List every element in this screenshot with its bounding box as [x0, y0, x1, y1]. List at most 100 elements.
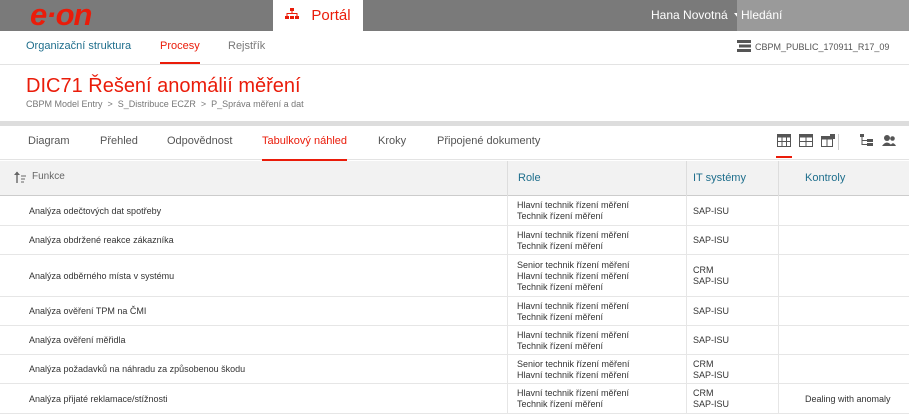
- column-divider: [778, 196, 779, 225]
- cell-it-systems: SAP-ISU: [693, 235, 729, 246]
- column-divider: [686, 384, 687, 413]
- table-row[interactable]: Analýza přijaté reklamace/stížnosti Hlavn…: [0, 384, 909, 414]
- table-row[interactable]: Analýza ověření měřidla Hlavní technik ří…: [0, 326, 909, 355]
- it-system-name[interactable]: SAP-ISU: [693, 276, 729, 287]
- table-row[interactable]: Analýza požadavků na náhradu za způsoben…: [0, 355, 909, 384]
- role-name[interactable]: Hlavní technik řízení měření: [517, 370, 630, 381]
- cell-roles: Senior technik řízení měření Hlavní techn…: [517, 359, 630, 381]
- cell-function[interactable]: Analýza odečtových dat spotřeby: [29, 206, 161, 216]
- table-export-icon[interactable]: [821, 134, 835, 148]
- top-bar: e·on Portál Hana Novotná Hledání: [0, 0, 909, 31]
- table-row[interactable]: Analýza obdržené reakce zákazníka Hlavní …: [0, 226, 909, 255]
- cell-roles: Hlavní technik řízení měření Technik říze…: [517, 301, 629, 323]
- role-name[interactable]: Hlavní technik řízení měření: [517, 200, 629, 211]
- breadcrumb-item[interactable]: P_Správa měření a dat: [211, 99, 304, 109]
- portal-tab[interactable]: Portál: [273, 0, 363, 31]
- table-row[interactable]: Analýza odečtových dat spotřeby Hlavní te…: [0, 196, 909, 226]
- role-name[interactable]: Senior technik řízení měření: [517, 359, 630, 370]
- cell-it-systems: CRM SAP-ISU: [693, 359, 729, 381]
- column-header-role[interactable]: Role: [518, 172, 541, 184]
- it-system-name[interactable]: SAP-ISU: [693, 206, 729, 217]
- subnav-register[interactable]: Rejstřík: [228, 40, 265, 52]
- subnav-organizational-structure[interactable]: Organizační struktura: [26, 40, 131, 52]
- column-divider: [686, 297, 687, 325]
- column-divider: [686, 326, 687, 354]
- tab-responsibility[interactable]: Odpovědnost: [167, 135, 232, 147]
- portal-label: Portál: [311, 7, 351, 24]
- tab-steps[interactable]: Kroky: [378, 135, 406, 147]
- cell-it-systems: SAP-ISU: [693, 335, 729, 346]
- role-name[interactable]: Technik řízení měření: [517, 341, 629, 352]
- view-tabs: Diagram Přehled Odpovědnost Tabulkový ná…: [0, 126, 909, 161]
- role-name[interactable]: Hlavní technik řízení měření: [517, 271, 630, 282]
- column-divider: [507, 226, 508, 254]
- cell-function[interactable]: Analýza odběrného místa v systému: [29, 271, 174, 281]
- tab-overview[interactable]: Přehled: [100, 135, 138, 147]
- column-divider: [686, 255, 687, 296]
- column-divider: [686, 226, 687, 254]
- breadcrumb-item[interactable]: CBPM Model Entry: [26, 99, 103, 109]
- it-system-name[interactable]: SAP-ISU: [693, 370, 729, 381]
- model-label: CBPM_PUBLIC_170911_R17_09: [755, 42, 890, 52]
- it-system-name[interactable]: CRM: [693, 265, 729, 276]
- cell-controls[interactable]: Dealing with anomaly: [805, 394, 891, 404]
- role-name[interactable]: Senior technik řízení měření: [517, 260, 630, 271]
- table-columns-icon[interactable]: [799, 134, 813, 148]
- it-system-name[interactable]: SAP-ISU: [693, 306, 729, 317]
- subnav-processes[interactable]: Procesy: [160, 40, 200, 64]
- column-divider: [778, 326, 779, 354]
- column-divider: [686, 355, 687, 383]
- tab-table-view[interactable]: Tabulkový náhled: [262, 135, 348, 161]
- column-header-function[interactable]: Funkce: [32, 171, 65, 182]
- cell-function[interactable]: Analýza obdržené reakce zákazníka: [29, 235, 174, 245]
- column-header-controls[interactable]: Kontroly: [805, 172, 845, 184]
- table-header: Funkce Role IT systémy Kontroly: [0, 161, 909, 196]
- cell-function[interactable]: Analýza ověření měřidla: [29, 335, 126, 345]
- cell-roles: Hlavní technik řízení měření Technik říze…: [517, 330, 629, 352]
- hierarchy-icon[interactable]: [860, 134, 874, 148]
- it-system-name[interactable]: SAP-ISU: [693, 335, 729, 346]
- search-input[interactable]: Hledání: [737, 0, 909, 31]
- cell-function[interactable]: Analýza ověření TPM na ČMI: [29, 306, 146, 316]
- cell-roles: Hlavní technik řízení měření Technik říze…: [517, 200, 629, 222]
- eon-logo[interactable]: e·on: [30, 0, 92, 31]
- breadcrumb: CBPM Model Entry > S_Distribuce ECZR > P_Spr…: [26, 99, 304, 109]
- it-system-name[interactable]: CRM: [693, 388, 729, 399]
- role-name[interactable]: Hlavní technik řízení měření: [517, 230, 629, 241]
- it-system-name[interactable]: SAP-ISU: [693, 235, 729, 246]
- column-divider: [507, 326, 508, 354]
- breadcrumb-item[interactable]: S_Distribuce ECZR: [118, 99, 196, 109]
- cell-roles: Senior technik řízení měření Hlavní techn…: [517, 260, 630, 293]
- role-name[interactable]: Technik řízení měření: [517, 211, 629, 222]
- column-divider: [686, 161, 687, 196]
- users-icon[interactable]: [882, 134, 896, 148]
- role-name[interactable]: Technik řízení měření: [517, 399, 629, 410]
- role-name[interactable]: Technik řízení měření: [517, 241, 629, 252]
- tab-diagram[interactable]: Diagram: [28, 135, 70, 147]
- cell-roles: Hlavní technik řízení měření Technik říze…: [517, 230, 629, 252]
- column-divider: [778, 355, 779, 383]
- cell-function[interactable]: Analýza požadavků na náhradu za způsoben…: [29, 364, 245, 374]
- role-name[interactable]: Technik řízení měření: [517, 312, 629, 323]
- tab-attached-documents[interactable]: Připojené dokumenty: [437, 135, 540, 147]
- model-indicator: CBPM_PUBLIC_170911_R17_09: [737, 40, 889, 54]
- user-menu[interactable]: Hana Novotná: [651, 0, 742, 31]
- table-view-icon[interactable]: [776, 134, 792, 158]
- role-name[interactable]: Technik řízení měření: [517, 282, 630, 293]
- role-name[interactable]: Hlavní technik řízení měření: [517, 330, 629, 341]
- cell-it-systems: SAP-ISU: [693, 306, 729, 317]
- cell-function[interactable]: Analýza přijaté reklamace/stížnosti: [29, 394, 168, 404]
- sort-ascending-icon[interactable]: [14, 170, 26, 188]
- column-divider: [778, 297, 779, 325]
- column-header-it-systems[interactable]: IT systémy: [693, 172, 746, 184]
- table-row[interactable]: Analýza ověření TPM na ČMI Hlavní technik…: [0, 297, 909, 326]
- cell-it-systems: SAP-ISU: [693, 206, 729, 217]
- column-divider: [507, 255, 508, 296]
- it-system-name[interactable]: SAP-ISU: [693, 399, 729, 410]
- table-row[interactable]: Analýza odběrného místa v systému Senior …: [0, 255, 909, 297]
- role-name[interactable]: Hlavní technik řízení měření: [517, 301, 629, 312]
- role-name[interactable]: Hlavní technik řízení měření: [517, 388, 629, 399]
- table-body: Analýza odečtových dat spotřeby Hlavní te…: [0, 196, 909, 414]
- it-system-name[interactable]: CRM: [693, 359, 729, 370]
- column-divider: [686, 196, 687, 225]
